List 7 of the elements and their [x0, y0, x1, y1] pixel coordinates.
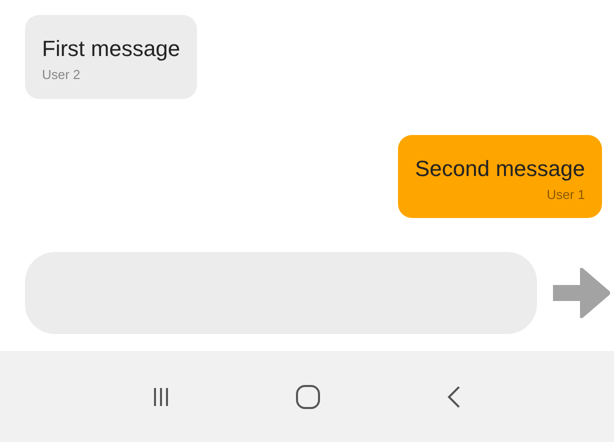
home-icon[interactable]	[295, 384, 321, 410]
message-text: Second message	[415, 154, 585, 182]
back-icon[interactable]	[447, 384, 461, 408]
recent-apps-icon[interactable]	[153, 386, 169, 406]
message-text: First message	[42, 35, 180, 63]
sender-name: User 1	[546, 186, 585, 204]
sender-name: User 2	[42, 66, 80, 84]
